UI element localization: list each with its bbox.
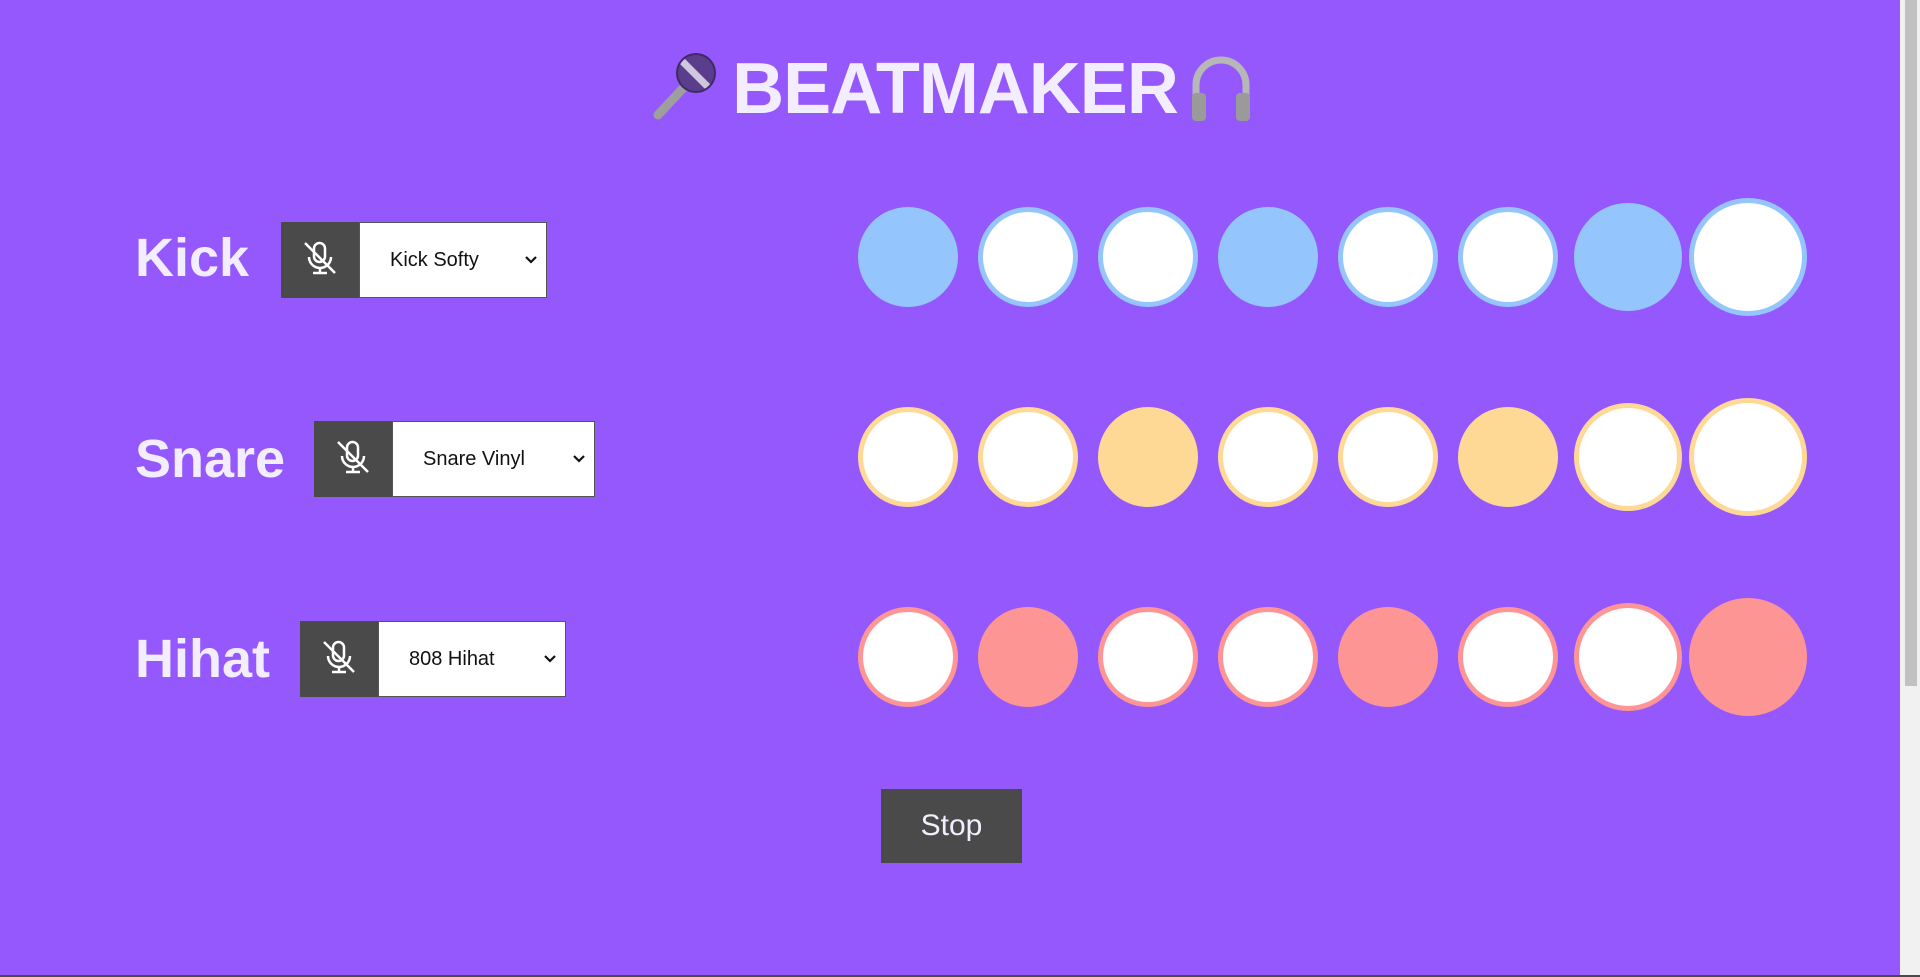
- step-pad-1-active[interactable]: [858, 207, 958, 307]
- step-pad-5[interactable]: [1338, 407, 1438, 507]
- step-pad-6[interactable]: [1458, 207, 1558, 307]
- sound-select[interactable]: Snare Vinyl: [392, 421, 595, 497]
- step-pad-4[interactable]: [1218, 407, 1318, 507]
- track-name: Hihat: [135, 629, 270, 689]
- mute-button[interactable]: [300, 621, 378, 697]
- step-pad-6[interactable]: [1458, 607, 1558, 707]
- step-pad-7[interactable]: [1574, 603, 1682, 711]
- microphone-muted-icon: [319, 637, 359, 682]
- headphones-icon: [1188, 49, 1254, 130]
- chevron-down-icon: [524, 253, 538, 272]
- header: BEATMAKER: [0, 48, 1900, 130]
- selected-sound: Kick Softy: [390, 248, 479, 271]
- selected-sound: 808 Hihat: [409, 647, 495, 670]
- microphone-icon: [646, 49, 722, 130]
- step-pad-6-active[interactable]: [1458, 407, 1558, 507]
- track-name: Kick: [135, 228, 250, 288]
- step-pad-5-active[interactable]: [1338, 607, 1438, 707]
- step-pad-8-active[interactable]: [1689, 598, 1807, 716]
- track-controls: Kick Softy: [281, 222, 547, 298]
- track-kick: Kick Kick Softy: [0, 197, 1900, 317]
- stop-button[interactable]: Stop: [881, 789, 1022, 863]
- step-pad-3-active[interactable]: [1098, 407, 1198, 507]
- step-pad-1[interactable]: [858, 607, 958, 707]
- mute-button[interactable]: [281, 222, 359, 298]
- step-pad-8[interactable]: [1689, 198, 1807, 316]
- mute-button[interactable]: [314, 421, 392, 497]
- track-name: Snare: [135, 429, 286, 489]
- vertical-scrollbar[interactable]: [1900, 0, 1920, 975]
- sound-select[interactable]: 808 Hihat: [378, 621, 566, 697]
- microphone-muted-icon: [333, 437, 373, 482]
- step-pad-5[interactable]: [1338, 207, 1438, 307]
- chevron-down-icon: [543, 652, 557, 671]
- step-pad-3[interactable]: [1098, 607, 1198, 707]
- step-pad-3[interactable]: [1098, 207, 1198, 307]
- step-pad-4[interactable]: [1218, 607, 1318, 707]
- step-pad-2[interactable]: [978, 407, 1078, 507]
- step-pad-7[interactable]: [1574, 403, 1682, 511]
- scrollbar-thumb[interactable]: [1905, 0, 1917, 686]
- step-pad-8[interactable]: [1689, 398, 1807, 516]
- selected-sound: Snare Vinyl: [423, 447, 525, 470]
- step-pad-2-active[interactable]: [978, 607, 1078, 707]
- app-title: BEATMAKER: [732, 49, 1179, 129]
- track-controls: 808 Hihat: [300, 621, 566, 697]
- step-pad-1[interactable]: [858, 407, 958, 507]
- beatmaker-app: BEATMAKER Kick Kick Softy Snare Snare Vi…: [0, 0, 1900, 975]
- microphone-muted-icon: [300, 238, 340, 283]
- chevron-down-icon: [572, 452, 586, 471]
- step-pad-4-active[interactable]: [1218, 207, 1318, 307]
- sound-select[interactable]: Kick Softy: [359, 222, 547, 298]
- track-snare: Snare Snare Vinyl: [0, 397, 1900, 517]
- step-pad-2[interactable]: [978, 207, 1078, 307]
- step-pad-7-active[interactable]: [1574, 203, 1682, 311]
- track-controls: Snare Vinyl: [314, 421, 595, 497]
- track-hihat: Hihat 808 Hihat: [0, 597, 1900, 717]
